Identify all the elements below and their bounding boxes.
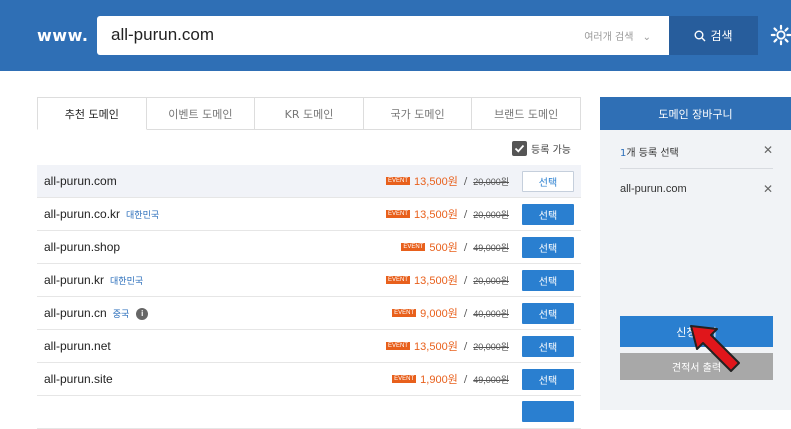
domain-name: all-purun.site: [44, 372, 113, 386]
price-separator: /: [463, 241, 468, 253]
search-button[interactable]: 검색: [669, 16, 758, 55]
domain-tabs: 추천 도메인 이벤트 도메인 KR 도메인 국가 도메인 브랜드 도메인: [37, 97, 581, 130]
tab-recommended[interactable]: 추천 도메인: [37, 97, 147, 130]
multi-search-label: 여러개 검색: [584, 32, 634, 43]
available-only-label: 등록 가능: [531, 145, 571, 156]
original-price: 20,000원: [473, 275, 509, 286]
cart-item-name: all-purun.com: [620, 183, 687, 195]
event-price: 13,500원: [414, 275, 458, 287]
event-price: 13,500원: [414, 341, 458, 353]
event-badge: EVENT: [392, 375, 417, 383]
domain-name: all-purun.cn: [44, 306, 107, 320]
available-only-filter[interactable]: 등록 가능: [512, 141, 571, 156]
price-separator: /: [463, 373, 468, 385]
country-label: 대한민국: [126, 210, 160, 220]
domain-row: all-purun.site EVENT 1,900원 / 49,000원 선택: [37, 363, 581, 396]
event-badge: EVENT: [392, 309, 417, 317]
domain-row: all-purun.shop EVENT 500원 / 49,000원 선택: [37, 231, 581, 264]
country-label: 대한민국: [110, 276, 144, 286]
select-button[interactable]: [522, 401, 574, 422]
price-separator: /: [463, 208, 468, 220]
close-icon[interactable]: ✕: [763, 143, 773, 157]
select-button[interactable]: 선택: [522, 236, 574, 258]
select-button[interactable]: 선택: [522, 335, 574, 357]
domain-name: all-purun.kr: [44, 273, 105, 287]
tab-kr[interactable]: KR 도메인: [255, 97, 364, 129]
tab-brand[interactable]: 브랜드 도메인: [472, 97, 581, 129]
checkbox[interactable]: [512, 141, 527, 156]
select-button[interactable]: 선택: [522, 302, 574, 324]
original-price: 20,000원: [473, 209, 509, 220]
cart-title: 도메인 장바구니: [600, 97, 791, 130]
cart-count-text: 개 등록 선택: [626, 148, 679, 159]
multi-search-dropdown[interactable]: 여러개 검색 ⌄: [584, 28, 651, 43]
price-separator: /: [463, 274, 468, 286]
original-price: 40,000원: [473, 308, 509, 319]
domain-row: all-purun.net EVENT 13,500원 / 20,000원 선택: [37, 330, 581, 363]
select-button[interactable]: 선택: [522, 368, 574, 390]
red-arrow-pointer-icon: [690, 325, 740, 372]
event-price: 13,500원: [414, 176, 458, 188]
domain-row-partial: [37, 396, 581, 429]
event-badge: EVENT: [386, 342, 411, 350]
remove-item-icon[interactable]: ✕: [763, 182, 773, 196]
cart-divider: [620, 168, 773, 169]
price-separator: /: [463, 175, 468, 187]
original-price: 49,000원: [473, 374, 509, 385]
event-price: 500원: [429, 242, 458, 254]
domain-row: all-purun.co.kr 대한민국 EVENT 13,500원 / 20,0…: [37, 198, 581, 231]
tab-country[interactable]: 국가 도메인: [363, 97, 473, 129]
gear-icon[interactable]: [770, 24, 791, 46]
domain-name: all-purun.shop: [44, 240, 121, 254]
domain-name: all-purun.com: [44, 174, 117, 188]
domain-result-list: all-purun.com EVENT 13,500원 / 20,000원 선택…: [37, 165, 581, 429]
domain-row: all-purun.com EVENT 13,500원 / 20,000원 선택: [37, 165, 581, 198]
info-icon[interactable]: i: [136, 307, 149, 320]
select-button[interactable]: 선택: [522, 203, 574, 225]
select-button[interactable]: 선택: [522, 170, 574, 192]
original-price: 20,000원: [473, 341, 509, 352]
domain-name: all-purun.net: [44, 339, 111, 353]
price-separator: /: [463, 307, 468, 319]
original-price: 49,000원: [473, 242, 509, 253]
cart-item: all-purun.com ✕: [620, 182, 773, 196]
event-badge: EVENT: [386, 276, 411, 284]
domain-name: all-purun.co.kr: [44, 207, 121, 221]
event-badge: EVENT: [401, 243, 426, 251]
event-price: 9,000원: [420, 308, 458, 320]
event-price: 1,900원: [420, 374, 458, 386]
chevron-down-icon: ⌄: [642, 32, 651, 43]
domain-row: all-purun.kr 대한민국 EVENT 13,500원 / 20,000원…: [37, 264, 581, 297]
search-button-label: 검색: [710, 29, 733, 43]
select-button[interactable]: 선택: [522, 269, 574, 291]
event-price: 13,500원: [414, 209, 458, 221]
tab-event[interactable]: 이벤트 도메인: [146, 97, 256, 129]
search-icon: [694, 30, 706, 41]
domain-row: all-purun.cn 중국 i EVENT 9,000원 / 40,000원 선…: [37, 297, 581, 330]
domain-search-input[interactable]: [111, 22, 551, 48]
event-badge: EVENT: [386, 177, 411, 185]
top-search-bar: www. 여러개 검색 ⌄ 검색: [0, 0, 791, 71]
www-prefix: www.: [37, 26, 89, 45]
cart-selection-count: 1개 등록 선택 ✕: [620, 143, 773, 159]
original-price: 20,000원: [473, 176, 509, 187]
search-box[interactable]: 여러개 검색 ⌄: [97, 16, 669, 55]
check-icon: [514, 144, 525, 153]
price-separator: /: [463, 340, 468, 352]
country-label: 중국: [112, 309, 130, 319]
event-badge: EVENT: [386, 210, 411, 218]
